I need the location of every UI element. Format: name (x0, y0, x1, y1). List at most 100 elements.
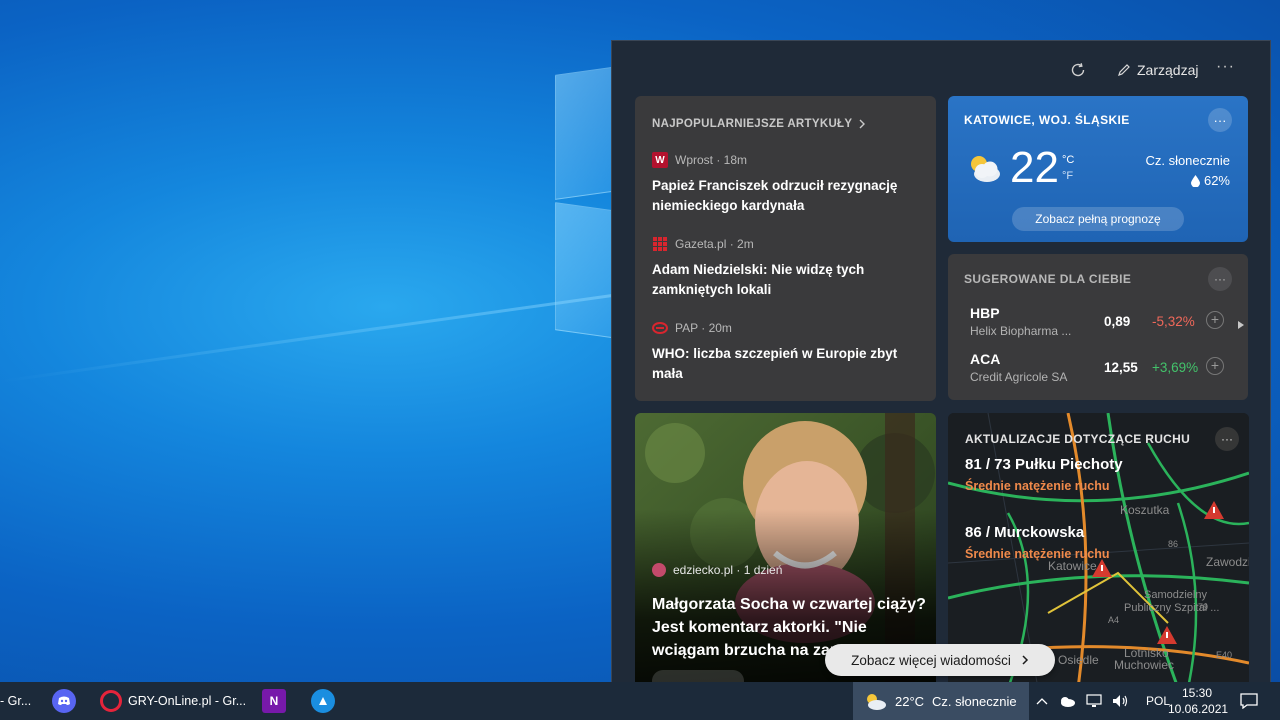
stock-name: Credit Agricole SA (970, 370, 1068, 384)
map-label: Koszutka (1120, 503, 1170, 517)
taskbar-onenote[interactable]: N (262, 682, 286, 720)
pap-logo-icon (652, 322, 668, 334)
edziecko-logo-icon (652, 563, 666, 577)
action-center[interactable] (1240, 682, 1258, 720)
suggested-stocks-card: SUGEROWANE DLA CIEBIE ··· HBP Helix Biop… (948, 254, 1248, 400)
system-tray: POL (1036, 682, 1170, 720)
refresh-icon[interactable] (1068, 60, 1088, 80)
humidity-value: 62% (1203, 173, 1230, 188)
taskbar-weather-widget[interactable]: 22°C Cz. słonecznie (853, 682, 1029, 720)
map-label: A4 (1108, 615, 1120, 625)
stock-price: 0,89 (1104, 314, 1131, 329)
taskbar: - Gr... GRY-OnLine.pl - Gr... N 22°C Cz.… (0, 682, 1280, 720)
clock-date: 10.06.2021 (1168, 702, 1229, 716)
weather-condition: Cz. słonecznie (1145, 153, 1230, 168)
weather-more-icon[interactable]: ··· (1208, 108, 1232, 132)
partly-sunny-icon (867, 694, 886, 710)
article-source: Gazeta.pl · 2m (675, 237, 754, 251)
wprost-logo-icon: W (652, 152, 668, 168)
wallpaper-light-ray (0, 293, 615, 383)
stock-price: 12,55 (1104, 360, 1138, 375)
droplet-icon (1190, 174, 1200, 187)
map-label: Samodzielny (1144, 589, 1207, 601)
article-headline[interactable]: Adam Niedzielski: Nie widzę tych zamknię… (652, 260, 920, 300)
article-item[interactable]: W Wprost · 18m Papież Franciszek odrzuci… (652, 152, 920, 216)
volume-icon[interactable] (1112, 694, 1130, 708)
traffic-more-icon[interactable]: ··· (1215, 427, 1239, 451)
discord-icon (52, 689, 76, 713)
photo-article-source-row: edziecko.pl · 1 dzień (652, 563, 782, 577)
partly-sunny-icon (971, 156, 1000, 182)
unit-fahrenheit[interactable]: °F (1062, 168, 1074, 184)
article-headline[interactable]: WHO: liczba szczepień w Europie zbyt mał… (652, 344, 920, 384)
map-label: 79 (1198, 602, 1209, 612)
opera-icon (100, 690, 122, 712)
map-label: 86 (1168, 539, 1179, 549)
stocks-more-icon[interactable]: ··· (1208, 267, 1232, 291)
stocks-next-arrow-icon[interactable] (1238, 321, 1244, 329)
onenote-icon: N (262, 689, 286, 713)
see-more-label: Zobacz więcej wiadomości (851, 652, 1011, 668)
taskbar-browser-label: GRY-OnLine.pl - Gr... (128, 694, 247, 708)
article-source-row: PAP · 20m (652, 320, 920, 336)
traffic-title: AKTUALIZACJE DOTYCZĄCE RUCHU (965, 432, 1191, 446)
panel-more-icon[interactable]: ··· (1216, 58, 1235, 76)
temperature-units: °C °F (1062, 152, 1074, 184)
see-more-news-button[interactable]: Zobacz więcej wiadomości (825, 644, 1055, 676)
language-indicator[interactable]: POL (1146, 694, 1170, 708)
taskbar-weather-condition: Cz. słonecznie (932, 693, 1017, 709)
full-forecast-button[interactable]: Zobacz pełną prognozę (1012, 207, 1184, 231)
stock-row[interactable]: HBP Helix Biopharma ... 0,89 -5,32% + (970, 305, 1226, 345)
add-stock-icon[interactable]: + (1206, 357, 1224, 375)
traffic-road-name[interactable]: 81 / 73 Pułku Piechoty (965, 456, 1123, 473)
chevron-up-icon[interactable] (1036, 697, 1048, 705)
reactions-bar[interactable] (652, 670, 744, 682)
article-source-row: W Wprost · 18m (652, 152, 920, 168)
article-item[interactable]: PAP · 20m WHO: liczba szczepień w Europi… (652, 320, 920, 384)
add-stock-icon[interactable]: + (1206, 311, 1224, 329)
taskbar-discord[interactable] (52, 682, 76, 720)
map-label: Katowice (1048, 559, 1097, 573)
taskbar-app-left-label: - Gr... (0, 694, 32, 708)
notification-icon (1240, 693, 1258, 709)
top-articles-title: NAJPOPULARNIEJSZE ARTYKUŁY (652, 118, 853, 130)
network-icon[interactable] (1086, 694, 1102, 708)
stock-symbol: HBP (970, 305, 1000, 321)
stock-change: -5,32% (1152, 314, 1195, 329)
clock-time: 15:30 (1181, 686, 1213, 700)
stock-symbol: ACA (970, 351, 1001, 367)
top-articles-card: NAJPOPULARNIEJSZE ARTYKUŁY W Wprost · 18… (635, 96, 936, 401)
weather-temperature: 22 (1010, 143, 1059, 192)
photo-article-card[interactable]: edziecko.pl · 1 dzień Małgorzata Socha w… (635, 413, 936, 682)
app-compass-icon (311, 689, 335, 713)
stock-row[interactable]: ACA Credit Agricole SA 12,55 +3,69% + (970, 351, 1226, 391)
chevron-right-icon (1022, 655, 1028, 665)
top-articles-header[interactable]: NAJPOPULARNIEJSZE ARTYKUŁY (652, 118, 866, 130)
weather-card[interactable]: KATOWICE, WOJ. ŚLĄSKIE ··· 22 °C °F Cz. … (948, 96, 1248, 242)
article-source-row: Gazeta.pl · 2m (652, 236, 920, 252)
taskbar-opera-browser[interactable]: GRY-OnLine.pl - Gr... (100, 682, 250, 720)
traffic-updates-card[interactable]: Koszutka Zawodzie Katowice Samodzielny P… (948, 413, 1249, 682)
traffic-road-name[interactable]: 86 / Murckowska (965, 524, 1084, 541)
article-source: PAP · 20m (675, 321, 732, 335)
taskbar-app-left[interactable]: - Gr... (0, 682, 36, 720)
stock-change: +3,69% (1152, 360, 1199, 375)
map-label: E40 (1216, 650, 1233, 660)
map-label: Osiedle (1058, 653, 1099, 667)
weather-humidity: 62% (1190, 173, 1230, 188)
stock-name: Helix Biopharma ... (970, 324, 1072, 338)
onedrive-cloud-icon[interactable] (1058, 695, 1076, 707)
article-headline[interactable]: Papież Franciszek odrzucił rezygnację ni… (652, 176, 920, 216)
traffic-road-status: Średnie natężenie ruchu (965, 547, 1110, 561)
map-label: Muchowiec (1114, 658, 1175, 672)
gazeta-logo-icon (653, 237, 667, 251)
taskbar-clock[interactable]: 15:30 10.06.2021 (1168, 685, 1229, 717)
map-label: Zawodzie (1206, 555, 1249, 569)
weather-location: KATOWICE, WOJ. ŚLĄSKIE (964, 113, 1130, 127)
taskbar-weather-temp: 22°C (895, 693, 925, 709)
manage-button[interactable]: Zarządzaj (1117, 62, 1198, 78)
panel-header: Zarządzaj ··· (612, 41, 1270, 95)
taskbar-app-blue[interactable] (311, 682, 335, 720)
article-item[interactable]: Gazeta.pl · 2m Adam Niedzielski: Nie wid… (652, 236, 920, 300)
unit-celsius[interactable]: °C (1062, 152, 1074, 168)
